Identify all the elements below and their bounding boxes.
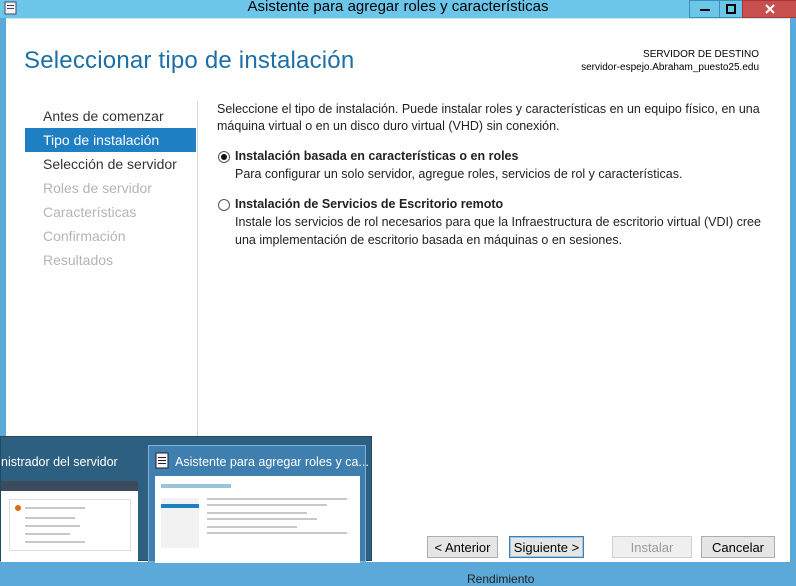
thumbnail-add-roles-wizard[interactable]: Asistente para agregar roles y ca...: [148, 445, 369, 563]
cancel-button[interactable]: Cancelar: [701, 536, 775, 558]
thumbnail-label: nistrador del servidor: [1, 455, 118, 469]
taskbar-thumbnail-preview: nistrador del servidor Asistente para ag…: [0, 436, 372, 563]
install-button: Instalar: [612, 536, 692, 558]
option-remote-desktop[interactable]: Instalación de Servicios de Escritorio r…: [217, 197, 777, 249]
thumbnail-label: Asistente para agregar roles y ca...: [175, 455, 369, 469]
main-panel: Seleccione el tipo de instalación. Puede…: [217, 101, 777, 249]
close-icon: [764, 4, 775, 14]
option-title[interactable]: Instalación de Servicios de Escritorio r…: [235, 197, 777, 211]
destination-server: servidor-espejo.Abraham_puesto25.edu: [581, 62, 759, 73]
minimize-icon: [700, 9, 710, 11]
destination-label: SERVIDOR DE DESTINO: [643, 49, 759, 60]
thumbnail-image: [1, 481, 138, 562]
destination-server-info: SERVIDOR DE DESTINO servidor-espejo.Abra…: [581, 48, 759, 74]
next-button[interactable]: Siguiente >: [509, 536, 584, 558]
option-title[interactable]: Instalación basada en características o …: [235, 149, 777, 163]
title-bar: Asistente para agregar roles y caracterí…: [0, 0, 796, 18]
nav-item-antes-de-comenzar[interactable]: Antes de comenzar: [25, 104, 196, 128]
nav-item-roles-de-servidor: Roles de servidor: [43, 180, 152, 196]
nav-item-tipo-de-instalacion[interactable]: Tipo de instalación: [25, 128, 196, 152]
window-title: Asistente para agregar roles y caracterí…: [247, 0, 549, 15]
radio-feature-based[interactable]: [218, 151, 230, 163]
minimize-button[interactable]: [689, 0, 721, 18]
option-description: Para configurar un solo servidor, agregu…: [235, 167, 683, 181]
page-title: Seleccionar tipo de instalación: [24, 47, 355, 74]
background-text: Rendimiento: [467, 572, 535, 586]
wizard-thumbnail-icon: [155, 452, 169, 469]
nav-item-confirmacion: Confirmación: [43, 228, 126, 244]
option-description: Instale los servicios de rol necesarios …: [235, 215, 761, 247]
nav-item-seleccion-de-servidor[interactable]: Selección de servidor: [25, 152, 196, 176]
previous-button[interactable]: < Anterior: [427, 536, 498, 558]
maximize-button[interactable]: [719, 0, 743, 18]
radio-remote-desktop[interactable]: [218, 199, 230, 211]
nav-item-resultados: Resultados: [43, 252, 114, 268]
maximize-icon: [726, 4, 736, 14]
thumbnail-server-manager[interactable]: nistrador del servidor: [1, 437, 151, 562]
intro-text: Seleccione el tipo de instalación. Puede…: [217, 102, 760, 133]
wizard-steps-nav: Antes de comenzar Tipo de instalación Se…: [25, 104, 196, 272]
close-button[interactable]: [742, 0, 796, 18]
option-feature-based[interactable]: Instalación basada en características o …: [217, 149, 777, 183]
nav-item-caracteristicas: Características: [43, 204, 137, 220]
thumbnail-image: [155, 476, 360, 563]
